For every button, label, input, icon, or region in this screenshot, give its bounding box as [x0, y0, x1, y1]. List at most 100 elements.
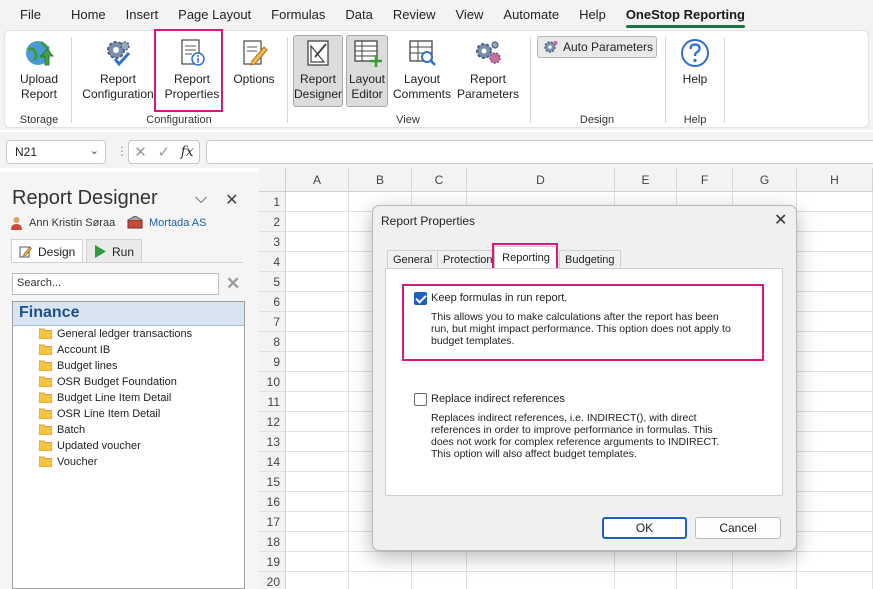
tree-item[interactable]: Account IB	[13, 342, 244, 358]
chevron-down-icon[interactable]: ⌄	[90, 144, 99, 157]
column-header[interactable]: G	[733, 168, 797, 192]
layout-comments-button[interactable]: Layout Comments	[391, 31, 453, 102]
tree-item-label: Batch	[57, 424, 86, 436]
column-header[interactable]: E	[615, 168, 677, 192]
replace-indirect-desc-line: does not work for complex reference argu…	[431, 436, 720, 448]
row-header[interactable]: 13	[259, 432, 286, 452]
tab-run[interactable]: Run	[86, 239, 143, 263]
options-button[interactable]: Options	[228, 31, 280, 87]
row-header[interactable]: 11	[259, 392, 286, 412]
replace-indirect-desc-line: Replaces indirect references, i.e. INDIR…	[431, 412, 697, 424]
name-box[interactable]: N21 ⌄	[6, 140, 106, 164]
column-header[interactable]: C	[412, 168, 467, 192]
folder-icon	[39, 456, 52, 467]
row-header[interactable]: 5	[259, 272, 286, 292]
row-header[interactable]: 1	[259, 192, 286, 212]
group-label-storage: Storage	[19, 114, 59, 126]
pane-close-icon[interactable]: ✕	[225, 190, 238, 210]
row-header[interactable]: 6	[259, 292, 286, 312]
ruler-pencil-icon	[307, 40, 329, 66]
upload-report-button[interactable]: Upload Report	[13, 31, 65, 102]
formula-input[interactable]	[206, 140, 873, 164]
menu-page-layout[interactable]: Page Layout	[168, 0, 261, 30]
ribbon-separator	[71, 37, 72, 123]
layout-editor-button[interactable]: Layout Editor	[346, 31, 388, 102]
tree-item[interactable]: Voucher	[13, 454, 244, 470]
document-pencil-icon	[243, 40, 268, 66]
menu-home[interactable]: Home	[61, 0, 116, 30]
tab-budgeting[interactable]: Budgeting	[559, 250, 621, 269]
grid-search-icon	[409, 40, 436, 66]
pane-options-chevron-icon[interactable]: ⌵	[195, 190, 207, 210]
row-header[interactable]: 19	[259, 552, 286, 572]
select-all-corner[interactable]	[259, 168, 286, 192]
report-parameters-button[interactable]: Report Parameters	[455, 31, 521, 102]
row-header[interactable]: 7	[259, 312, 286, 332]
row-header[interactable]: 9	[259, 352, 286, 372]
tab-design[interactable]: Design	[11, 239, 84, 263]
tree-item-label: Voucher	[57, 456, 98, 468]
row-header[interactable]: 14	[259, 452, 286, 472]
search-input[interactable]: Search...	[12, 273, 219, 295]
tab-protection[interactable]: Protection	[437, 250, 499, 269]
tree-item[interactable]: OSR Line Item Detail	[13, 406, 244, 422]
menu-help[interactable]: Help	[569, 0, 616, 30]
ribbon-separator	[665, 37, 666, 123]
tree-item[interactable]: General ledger transactions	[13, 326, 244, 342]
row-header[interactable]: 4	[259, 252, 286, 272]
finance-tree: Finance General ledger transactions Accou…	[12, 301, 245, 589]
menu-insert[interactable]: Insert	[116, 0, 169, 30]
menu-formulas[interactable]: Formulas	[261, 0, 335, 30]
row-header[interactable]: 12	[259, 412, 286, 432]
insert-function-icon[interactable]: fx	[181, 144, 194, 160]
menu-view[interactable]: View	[445, 0, 493, 30]
cancel-button[interactable]: Cancel	[695, 517, 781, 539]
pane-title: Report Designer	[12, 187, 158, 209]
enter-formula-icon[interactable]: ✓	[157, 143, 170, 161]
auto-parameters-button[interactable]: Auto Parameters	[537, 36, 657, 58]
tab-general[interactable]: General	[387, 250, 439, 269]
row-header[interactable]: 2	[259, 212, 286, 232]
column-header[interactable]: H	[797, 168, 873, 192]
folder-icon	[39, 360, 52, 371]
row-header[interactable]: 10	[259, 372, 286, 392]
row-header[interactable]: 15	[259, 472, 286, 492]
row-header[interactable]: 3	[259, 232, 286, 252]
report-configuration-button[interactable]: Report Configuration	[79, 31, 157, 102]
menu-file[interactable]: File	[0, 0, 61, 30]
tree-item[interactable]: Batch	[13, 422, 244, 438]
tree-item[interactable]: OSR Budget Foundation	[13, 374, 244, 390]
report-designer-pane: Report Designer ⌵ ✕ Ann Kristin Søraa Mo…	[0, 172, 259, 589]
user-name: Ann Kristin Søraa	[29, 217, 116, 229]
report-configuration-label: Report Configuration	[82, 72, 154, 101]
replace-indirect-checkbox[interactable]	[414, 393, 427, 406]
auto-parameters-label: Auto Parameters	[563, 40, 654, 54]
dialog-close-icon[interactable]: ✕	[774, 210, 787, 230]
row-header[interactable]: 18	[259, 532, 286, 552]
menu-automate[interactable]: Automate	[493, 0, 569, 30]
column-header[interactable]: D	[467, 168, 615, 192]
ok-button[interactable]: OK	[602, 517, 687, 539]
report-parameters-label: Report Parameters	[456, 72, 520, 101]
formula-bar: N21 ⌄ ⋮ ✕ ✓ fx	[0, 132, 873, 168]
clear-search-icon[interactable]: ✕	[226, 274, 240, 294]
name-box-value: N21	[15, 145, 38, 159]
tree-item[interactable]: Budget lines	[13, 358, 244, 374]
column-header[interactable]: B	[349, 168, 412, 192]
row-header[interactable]: 20	[259, 572, 286, 589]
column-header[interactable]: A	[286, 168, 349, 192]
row-header[interactable]: 8	[259, 332, 286, 352]
menu-onestop-reporting[interactable]: OneStop Reporting	[616, 0, 755, 30]
row-header[interactable]: 17	[259, 512, 286, 532]
tree-item[interactable]: Budget Line Item Detail	[13, 390, 244, 406]
tree-item-label: Budget Line Item Detail	[57, 392, 172, 404]
company-info[interactable]: Mortada AS	[127, 216, 206, 229]
report-designer-button[interactable]: Report Designer	[293, 31, 343, 102]
row-header[interactable]: 16	[259, 492, 286, 512]
cancel-formula-icon[interactable]: ✕	[134, 143, 147, 161]
help-button[interactable]: Help	[673, 31, 717, 87]
tree-item[interactable]: Updated voucher	[13, 438, 244, 454]
menu-data[interactable]: Data	[335, 0, 382, 30]
menu-review[interactable]: Review	[383, 0, 446, 30]
column-header[interactable]: F	[677, 168, 733, 192]
